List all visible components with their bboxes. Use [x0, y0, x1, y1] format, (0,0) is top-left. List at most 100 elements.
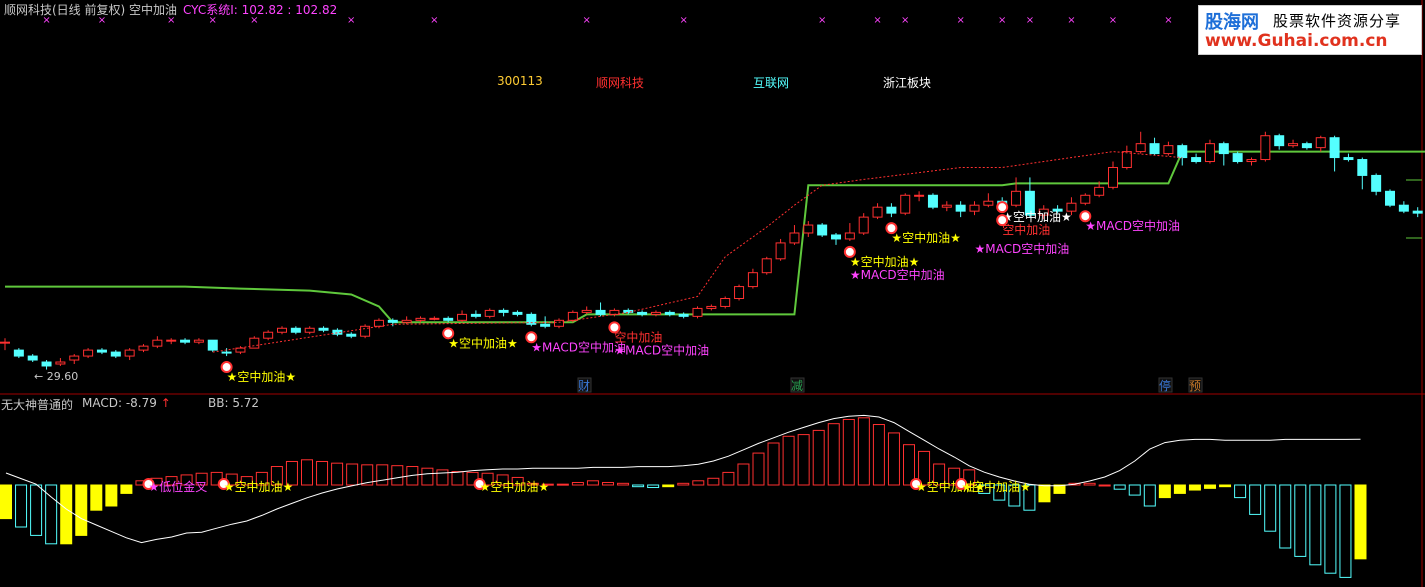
candle[interactable] [1371, 173, 1382, 196]
candle[interactable] [969, 201, 980, 216]
candle[interactable] [1108, 161, 1118, 190]
event-badge[interactable]: 财 [577, 377, 592, 393]
macd-bar [1249, 484, 1262, 515]
candle[interactable] [650, 310, 661, 317]
candle[interactable] [775, 238, 786, 261]
macd-bar [451, 471, 464, 486]
candle[interactable] [761, 256, 772, 275]
candle[interactable] [914, 191, 925, 202]
candle[interactable] [1080, 193, 1091, 206]
candle[interactable] [1260, 131, 1271, 162]
candle[interactable] [1177, 143, 1188, 166]
candle[interactable] [166, 338, 177, 345]
candle[interactable] [27, 354, 38, 363]
candle[interactable] [470, 310, 481, 319]
candle[interactable] [817, 223, 828, 237]
candle[interactable] [927, 193, 938, 210]
candle[interactable] [1288, 139, 1299, 148]
candle[interactable] [346, 332, 357, 339]
candles-layer [0, 131, 1423, 370]
candle[interactable] [304, 326, 315, 335]
candle[interactable] [983, 193, 994, 208]
candle[interactable] [595, 302, 606, 317]
candle[interactable] [720, 296, 731, 309]
candle[interactable] [900, 193, 911, 216]
candle[interactable] [83, 348, 94, 359]
candle[interactable] [1246, 157, 1257, 166]
candle[interactable] [955, 201, 966, 218]
candle[interactable] [69, 354, 80, 364]
candle[interactable] [1163, 141, 1174, 156]
candle[interactable] [96, 348, 107, 355]
candle[interactable] [734, 284, 745, 301]
candle[interactable] [664, 310, 675, 317]
candle[interactable] [290, 326, 301, 335]
candle[interactable] [526, 312, 537, 327]
candle[interactable] [706, 304, 717, 311]
buy-signal: ★空中加油★ [220, 361, 296, 384]
candle[interactable] [1191, 153, 1202, 164]
top-marker: × [583, 15, 591, 26]
candle[interactable] [789, 225, 800, 245]
candle[interactable] [193, 338, 204, 345]
candle[interactable] [872, 203, 883, 220]
candle[interactable] [1011, 177, 1022, 208]
candle[interactable] [692, 306, 703, 319]
candle[interactable] [207, 339, 218, 353]
candle[interactable] [318, 326, 329, 333]
candle[interactable] [1232, 151, 1243, 164]
candle[interactable] [1412, 207, 1423, 218]
candle[interactable] [13, 348, 24, 359]
candle[interactable] [1315, 135, 1326, 152]
candle[interactable] [1343, 153, 1354, 162]
candle[interactable] [457, 310, 468, 323]
candle[interactable] [844, 223, 855, 241]
candle[interactable] [360, 324, 371, 339]
candle[interactable] [263, 330, 274, 341]
candle[interactable] [554, 318, 564, 329]
candle[interactable] [831, 232, 841, 245]
candle[interactable] [581, 306, 592, 315]
candle[interactable] [512, 310, 523, 317]
stock-chart[interactable]: × × × × × × × × × × × × × × × × × × ★空中加油★★空中加油★ ★MACD空中加油… [0, 0, 1425, 587]
macd-bar [376, 464, 389, 486]
event-badge[interactable]: 停 [1158, 377, 1173, 393]
candle[interactable] [747, 268, 758, 289]
event-badge[interactable]: 减 [790, 377, 805, 393]
candle[interactable] [277, 326, 287, 335]
stock-code-tag[interactable]: 300113 [497, 74, 543, 88]
candle[interactable] [567, 310, 578, 323]
candle[interactable] [858, 213, 869, 235]
candle[interactable] [886, 203, 897, 218]
candle[interactable] [1301, 141, 1312, 150]
industry-tag[interactable]: 互联网 [753, 74, 789, 91]
candle[interactable] [1135, 131, 1146, 154]
candle[interactable] [1274, 133, 1285, 150]
candle[interactable] [498, 308, 509, 317]
candle[interactable] [1218, 141, 1229, 166]
candle[interactable] [124, 348, 135, 361]
stock-name-tag[interactable]: 顺网科技 [596, 74, 644, 91]
candle[interactable] [1121, 145, 1132, 170]
candle[interactable] [138, 344, 149, 353]
candle[interactable] [152, 336, 163, 349]
candle[interactable] [1398, 201, 1409, 214]
candle[interactable] [1204, 139, 1215, 164]
candle[interactable] [0, 338, 10, 351]
candle[interactable] [1357, 157, 1368, 190]
candle[interactable] [180, 338, 191, 345]
candle[interactable] [637, 310, 648, 317]
candle[interactable] [429, 316, 440, 321]
candle[interactable] [1149, 137, 1160, 156]
candle[interactable] [941, 201, 952, 212]
candle[interactable] [249, 336, 260, 349]
event-badge[interactable]: 预 [1188, 377, 1203, 393]
candle[interactable] [1385, 189, 1395, 208]
candle[interactable] [484, 308, 495, 319]
candle[interactable] [678, 312, 689, 319]
candle[interactable] [110, 350, 121, 359]
candle[interactable] [1329, 135, 1340, 172]
candle[interactable] [41, 360, 52, 370]
region-tag[interactable]: 浙江板块 [883, 74, 931, 91]
candle[interactable] [55, 358, 66, 366]
